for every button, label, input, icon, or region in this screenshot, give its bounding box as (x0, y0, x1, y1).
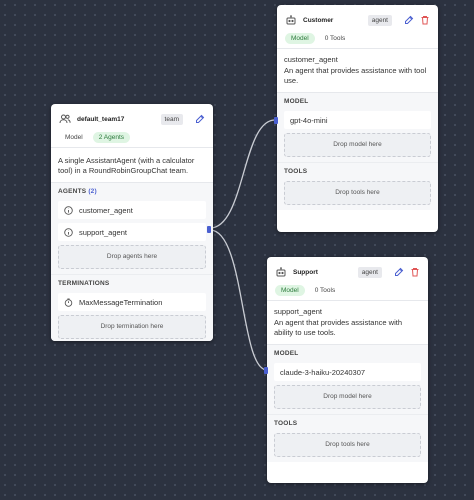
terminations-section-title: TERMINATIONS (58, 280, 110, 287)
customer-description: customer_agent An agent that provides as… (277, 49, 438, 93)
customer-model-item[interactable]: gpt-4o-mini (284, 111, 431, 129)
model-section-title: MODEL (284, 98, 309, 105)
delete-icon[interactable] (420, 15, 430, 25)
support-model-item[interactable]: claude-3-haiku-20240307 (274, 363, 421, 381)
robot-icon (285, 14, 297, 26)
drop-termination-zone[interactable]: Drop termination here (58, 315, 206, 339)
team-agents-pill: 2 Agents (92, 132, 131, 143)
tools-section-title: TOOLS (274, 420, 298, 427)
support-agent-node[interactable]: Support agent Model 0 Tools support_agen… (267, 257, 428, 483)
edit-icon[interactable] (404, 15, 414, 25)
support-node-header: Support agent Model 0 Tools (267, 257, 428, 301)
customer-type-badge: agent (367, 14, 392, 26)
support-model-pill: Model (275, 285, 305, 296)
customer-input-handle[interactable] (274, 117, 278, 124)
delete-icon[interactable] (410, 267, 420, 277)
customer-model-section: MODEL gpt-4o-mini Drop model here (277, 93, 438, 163)
support-title: Support (293, 268, 318, 276)
edge-team-to-customer (209, 119, 276, 229)
info-icon (64, 227, 73, 237)
edge-team-to-support (209, 229, 268, 371)
customer-tools-section: TOOLS Drop tools here (277, 163, 438, 210)
drop-model-zone[interactable]: Drop model here (274, 385, 421, 409)
edit-icon[interactable] (195, 114, 205, 124)
support-type-badge: agent (357, 266, 382, 278)
termination-item[interactable]: MaxMessageTermination (58, 293, 206, 311)
robot-icon (275, 266, 287, 278)
info-icon (64, 205, 73, 215)
drop-model-zone[interactable]: Drop model here (284, 133, 431, 157)
team-title: default_team17 (77, 115, 125, 123)
customer-title: Customer (303, 16, 334, 24)
drop-tools-zone[interactable]: Drop tools here (284, 181, 431, 205)
timer-icon (64, 297, 73, 307)
customer-tools-pill: 0 Tools (324, 35, 346, 42)
support-agent-desc: An agent that provides assistance with a… (274, 318, 402, 337)
agent-item-customer[interactable]: customer_agent (58, 201, 206, 219)
support-tools-section: TOOLS Drop tools here (267, 415, 428, 462)
support-tools-pill: 0 Tools (314, 287, 336, 294)
team-type-badge: team (160, 113, 183, 125)
team-node-header: default_team17 team Model 2 Agents (51, 104, 213, 148)
team-model-pill: Model (65, 134, 83, 141)
support-input-handle[interactable] (264, 367, 268, 374)
support-agent-name: support_agent (274, 307, 322, 316)
team-icon (59, 113, 71, 125)
customer-agent-node[interactable]: Customer agent Model 0 Tools customer_ag… (277, 5, 438, 232)
support-model-section: MODEL claude-3-haiku-20240307 Drop model… (267, 345, 428, 415)
model-section-title: MODEL (274, 350, 299, 357)
team-description: A single AssistantAgent (with a calculat… (51, 148, 213, 183)
support-description: support_agent An agent that provides ass… (267, 301, 428, 345)
edit-icon[interactable] (394, 267, 404, 277)
team-output-handle[interactable] (207, 226, 211, 233)
agent-item-support[interactable]: support_agent (58, 223, 206, 241)
drop-tools-zone[interactable]: Drop tools here (274, 433, 421, 457)
drop-agents-zone[interactable]: Drop agents here (58, 245, 206, 269)
team-agents-section: AGENTS (2) customer_agent support_agent … (51, 183, 213, 275)
customer-agent-name: customer_agent (284, 55, 338, 64)
team-node[interactable]: default_team17 team Model 2 Agents A sin… (51, 104, 213, 341)
tools-section-title: TOOLS (284, 168, 308, 175)
agents-section-title: AGENTS (2) (58, 188, 97, 195)
customer-node-header: Customer agent Model 0 Tools (277, 5, 438, 49)
customer-model-pill: Model (285, 33, 315, 44)
customer-agent-desc: An agent that provides assistance with t… (284, 66, 427, 85)
team-terminations-section: TERMINATIONS MaxMessageTermination Drop … (51, 275, 213, 341)
